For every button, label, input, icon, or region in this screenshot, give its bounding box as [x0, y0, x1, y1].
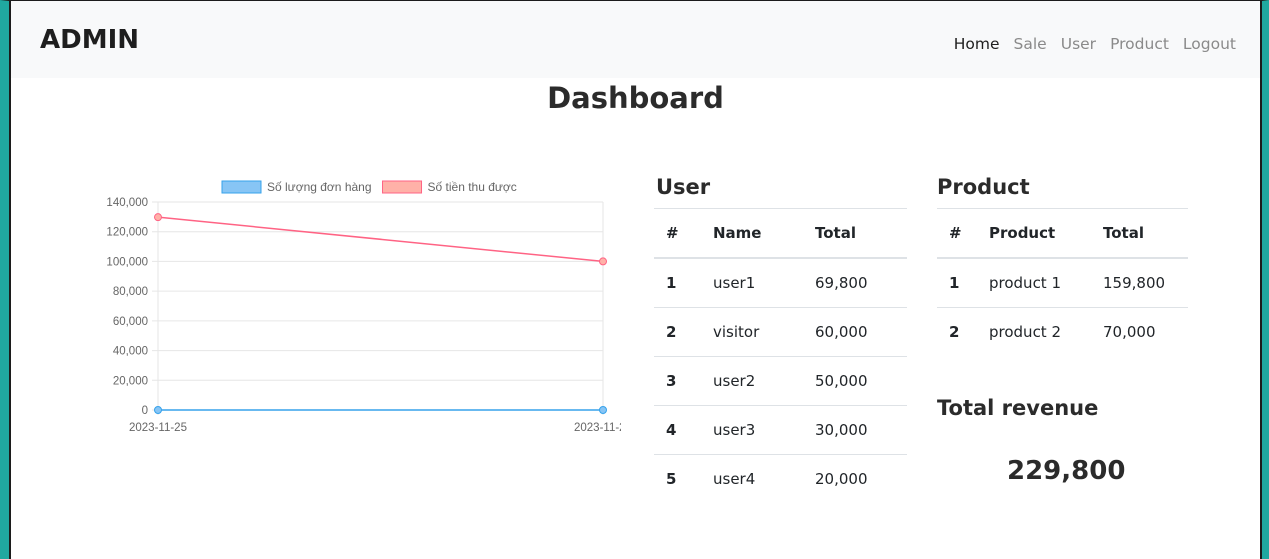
nav-link-sale[interactable]: Sale — [1014, 35, 1047, 53]
product-row-name: product 1 — [977, 257, 1091, 308]
legend-swatch — [221, 180, 262, 194]
navbar: ADMIN Home Sale User Product Logout — [11, 1, 1260, 78]
product-col-index: # — [937, 208, 977, 259]
y-tick-label: 40,000 — [113, 346, 148, 358]
user-col-total: Total — [803, 208, 907, 259]
user-table-header: # Name Total — [654, 208, 907, 259]
y-tick-label: 120,000 — [106, 227, 148, 239]
user-row-name: user1 — [701, 257, 803, 308]
nav-link-product[interactable]: Product — [1110, 35, 1169, 53]
product-row-total: 70,000 — [1091, 307, 1188, 356]
y-tick-label: 140,000 — [106, 197, 148, 209]
user-row-total: 20,000 — [803, 454, 907, 503]
table-row: 3 user2 50,000 — [654, 356, 907, 406]
revenue-value: 229,800 — [1007, 456, 1126, 486]
user-row-total: 60,000 — [803, 307, 907, 357]
table-row: 2 visitor 60,000 — [654, 307, 907, 357]
nav-link-home[interactable]: Home — [954, 35, 1000, 53]
product-row-index: 1 — [937, 257, 977, 308]
product-table: # Product Total 1 product 1 159,800 2 pr… — [937, 208, 1188, 356]
y-tick-label: 60,000 — [113, 316, 148, 328]
table-row: 5 user4 20,000 — [654, 454, 907, 503]
data-point — [599, 257, 607, 266]
revenue-title: Total revenue — [937, 396, 1099, 420]
x-tick-label: 2023-11-26 — [574, 422, 621, 434]
nav-link-logout[interactable]: Logout — [1183, 35, 1236, 53]
nav-link-user[interactable]: User — [1061, 35, 1096, 53]
user-row-index: 5 — [654, 454, 701, 503]
series-line — [157, 216, 604, 263]
product-row-name: product 2 — [977, 307, 1091, 356]
browser-frame: ADMIN Home Sale User Product Logout Dash… — [0, 0, 1269, 559]
user-row-name: user2 — [701, 356, 803, 406]
y-tick-label: 20,000 — [113, 375, 148, 387]
legend-swatch — [382, 180, 423, 194]
legend-label: Số lượng đơn hàng — [267, 180, 372, 194]
table-row: 1 product 1 159,800 — [937, 257, 1188, 308]
navbar-brand[interactable]: ADMIN — [40, 25, 139, 55]
user-row-name: user4 — [701, 454, 803, 503]
user-col-name: Name — [701, 208, 803, 259]
user-row-index: 2 — [654, 307, 701, 357]
product-col-name: Product — [977, 208, 1091, 259]
y-tick-label: 80,000 — [113, 286, 148, 298]
user-row-total: 30,000 — [803, 405, 907, 455]
user-row-total: 50,000 — [803, 356, 907, 406]
user-section-title: User — [656, 175, 711, 199]
table-row: 1 user1 69,800 — [654, 257, 907, 308]
user-row-index: 4 — [654, 405, 701, 455]
data-point — [154, 213, 162, 222]
user-row-index: 1 — [654, 257, 701, 308]
dashboard-chart: 140,000 120,000 100,000 80,000 60,000 40,000 2… — [81, 171, 632, 441]
user-col-index: # — [654, 208, 701, 259]
product-table-header: # Product Total — [937, 208, 1188, 259]
user-row-total: 69,800 — [803, 257, 907, 308]
nav-links: Home Sale User Product Logout — [954, 35, 1236, 53]
product-section-title: Product — [937, 175, 1030, 199]
product-row-index: 2 — [937, 307, 977, 356]
product-row-total: 159,800 — [1091, 257, 1188, 308]
user-row-name: visitor — [701, 307, 803, 357]
legend-label: Số tiền thu được — [428, 180, 517, 194]
user-table: # Name Total 1 user1 69,800 2 visitor 60… — [654, 208, 907, 503]
page-title: Dashboard — [547, 81, 724, 115]
frame-inner: ADMIN Home Sale User Product Logout Dash… — [9, 1, 1262, 559]
table-row: 2 product 2 70,000 — [937, 307, 1188, 356]
product-col-total: Total — [1091, 208, 1188, 259]
table-row: 4 user3 30,000 — [654, 405, 907, 455]
user-row-index: 3 — [654, 356, 701, 406]
data-point — [599, 405, 607, 414]
y-tick-label: 0 — [142, 405, 148, 417]
user-row-name: user3 — [701, 405, 803, 455]
data-point — [154, 405, 162, 414]
y-tick-label: 100,000 — [106, 256, 148, 268]
x-tick-label: 2023-11-25 — [129, 422, 187, 434]
chart-svg: 140,000 120,000 100,000 80,000 60,000 40,000 2… — [106, 180, 632, 434]
